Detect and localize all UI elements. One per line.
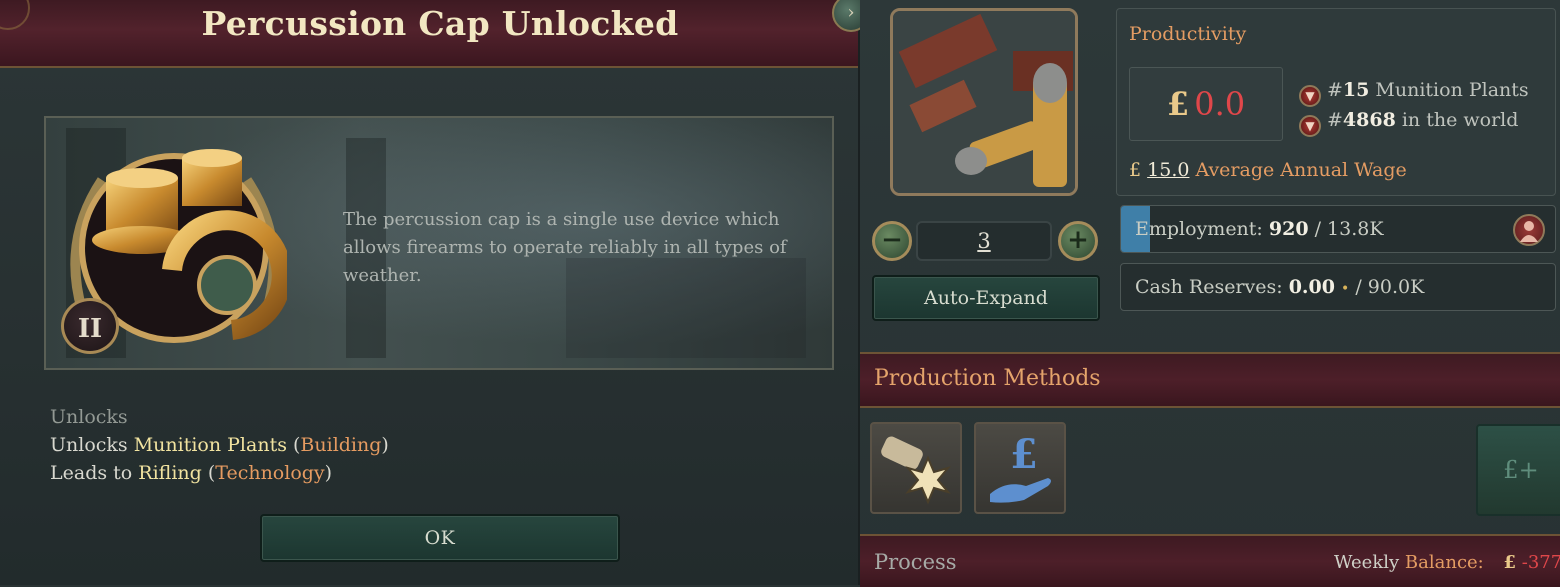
unlocks-heading: Unlocks bbox=[50, 406, 128, 428]
add-production-method-button[interactable]: £+ bbox=[1476, 424, 1560, 516]
building-level-field[interactable]: 3 bbox=[916, 221, 1052, 261]
employment-separator: / bbox=[1308, 218, 1328, 240]
paren-close: ) bbox=[324, 462, 333, 484]
population-icon[interactable] bbox=[1513, 214, 1545, 246]
cash-current: 0.00 bbox=[1288, 276, 1335, 298]
unlock-line-technology: Leads to Rifling (Technology) bbox=[50, 462, 332, 484]
cash-separator: / bbox=[1349, 276, 1368, 298]
weekly-balance[interactable]: Weekly Balance: £ -377 bbox=[1334, 552, 1560, 573]
rank-world-number: 4868 bbox=[1342, 109, 1396, 131]
pound-hand-icon[interactable]: £ bbox=[974, 422, 1066, 514]
rank-building-row[interactable]: ▼ #15 Munition Plants bbox=[1299, 79, 1529, 107]
weekly-word: Weekly bbox=[1334, 552, 1405, 573]
productivity-label: Productivity bbox=[1129, 23, 1247, 45]
increase-level-button[interactable]: + bbox=[1058, 221, 1098, 261]
currency-symbol: £ bbox=[1503, 552, 1517, 573]
rank-building-number: 15 bbox=[1342, 79, 1370, 101]
average-wage-row[interactable]: £ 15.0 Average Annual Wage bbox=[1129, 159, 1407, 181]
decrease-level-button[interactable]: − bbox=[872, 221, 912, 261]
next-technology-link[interactable]: Rifling bbox=[138, 462, 202, 484]
employment-bar[interactable]: Employment: 920 / 13.8K bbox=[1120, 205, 1556, 253]
explosive-shell-icon[interactable] bbox=[870, 422, 962, 514]
currency-symbol: £ bbox=[1129, 159, 1142, 181]
balance-word: Balance: bbox=[1404, 552, 1484, 573]
productivity-box: Productivity £ 0.0 ▼ #15 Munition Plants … bbox=[1116, 8, 1556, 196]
paren-close: ) bbox=[381, 434, 389, 456]
unlocked-building-link[interactable]: Munition Plants bbox=[134, 434, 287, 456]
cash-reserves-text: Cash Reserves: 0.00 • / 90.0K bbox=[1135, 276, 1424, 298]
auto-expand-button[interactable]: Auto-Expand bbox=[872, 275, 1100, 321]
rank-down-icon: ▼ bbox=[1299, 85, 1321, 107]
employment-label: Employment: bbox=[1135, 218, 1269, 240]
cash-reserves-box[interactable]: Cash Reserves: 0.00 • / 90.0K bbox=[1120, 263, 1556, 311]
ok-button[interactable]: OK bbox=[260, 514, 620, 562]
rank-hash: # bbox=[1327, 109, 1343, 131]
tech-description: The percussion cap is a single use devic… bbox=[343, 209, 787, 286]
paren-open: ( bbox=[201, 462, 216, 484]
tech-unlocked-popup: Percussion Cap Unlocked › II The percuss… bbox=[0, 0, 870, 585]
rank-down-icon: ▼ bbox=[1299, 115, 1321, 137]
unlock-prefix: Unlocks bbox=[50, 434, 134, 456]
rank-world-row[interactable]: ▼ #4868 in the world bbox=[1299, 109, 1518, 137]
tier-badge: II bbox=[61, 298, 119, 354]
productivity-value-box[interactable]: £ 0.0 bbox=[1129, 67, 1283, 141]
popup-title: Percussion Cap Unlocked bbox=[201, 4, 679, 43]
building-panel: − 3 + Auto-Expand Productivity £ 0.0 ▼ #1… bbox=[860, 0, 1560, 587]
cash-max: 90.0K bbox=[1367, 276, 1425, 298]
employment-text: Employment: 920 / 13.8K bbox=[1135, 218, 1384, 240]
productivity-value: 0.0 bbox=[1194, 85, 1246, 123]
rank-world-text: in the world bbox=[1395, 109, 1519, 131]
employment-current: 920 bbox=[1268, 218, 1309, 240]
production-methods-header: Production Methods bbox=[860, 352, 1560, 408]
unlock-prefix: Leads to bbox=[50, 462, 139, 484]
wage-value: 15.0 bbox=[1147, 159, 1190, 181]
rank-hash: # bbox=[1327, 79, 1343, 101]
wage-label: Average Annual Wage bbox=[1189, 159, 1407, 181]
unlock-type: Technology bbox=[215, 462, 325, 484]
production-methods-title: Production Methods bbox=[874, 366, 1101, 391]
svg-text:£: £ bbox=[1010, 431, 1038, 478]
weekly-balance-value: -377 bbox=[1521, 552, 1560, 573]
rank-building-text: Munition Plants bbox=[1369, 79, 1529, 101]
currency-symbol: £ bbox=[1166, 85, 1190, 123]
popup-header: Percussion Cap Unlocked bbox=[0, 0, 858, 68]
process-header: Process Weekly Balance: £ -377 bbox=[860, 534, 1560, 587]
paren-open: ( bbox=[286, 434, 301, 456]
unlock-line-building: Unlocks Munition Plants (Building) bbox=[50, 434, 389, 456]
munitions-bullets-icon bbox=[890, 8, 1078, 196]
unlock-type: Building bbox=[300, 434, 382, 456]
employment-max: 13.8K bbox=[1327, 218, 1384, 240]
cash-label: Cash Reserves: bbox=[1135, 276, 1289, 298]
process-label: Process bbox=[874, 550, 957, 574]
